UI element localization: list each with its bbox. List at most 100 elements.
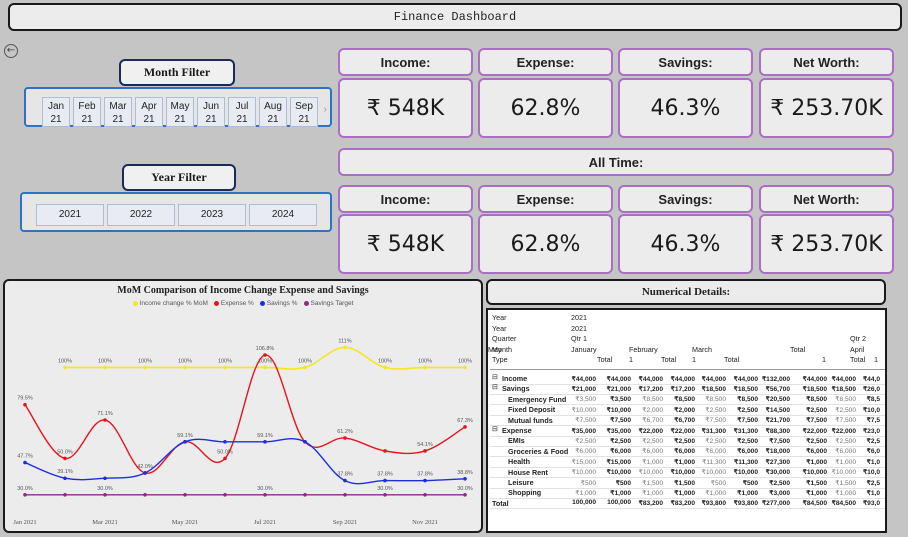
year-chip-2022[interactable]: 2022	[107, 204, 175, 226]
data-label: 37.8%	[337, 472, 353, 478]
year-filter-slicer[interactable]: 2021 2022 2023 2024	[20, 192, 332, 232]
matrix-cell: ₹1,000	[642, 458, 663, 466]
matrix-cell: ₹6,000	[806, 448, 827, 456]
year-chip-2021[interactable]: 2021	[36, 204, 104, 226]
data-label: 71.1%	[97, 411, 113, 417]
all-time-label: All Time:	[588, 154, 644, 170]
income-card: ₹ 548K	[338, 78, 473, 138]
all-time-networth-value: ₹ 253.70K	[770, 231, 883, 257]
mom-chart-panel: MoM Comparison of Income Change Expense …	[3, 279, 483, 533]
month-chip-mar[interactable]: Mar 21	[104, 97, 132, 127]
year-filter-label: Year Filter	[122, 164, 236, 191]
matrix-header-cell: Total	[661, 355, 677, 364]
matrix-header-cell: May	[488, 344, 502, 354]
savings-label: Savings:	[658, 54, 713, 70]
matrix-child-label[interactable]: EMIs	[508, 436, 525, 445]
year-chip-2024[interactable]: 2024	[249, 204, 317, 226]
matrix-cell: ₹6,000	[737, 448, 758, 456]
month-chip-feb[interactable]: Feb 21	[73, 97, 101, 127]
back-arrow-icon[interactable]: ←	[4, 44, 18, 58]
matrix-row-divider	[490, 508, 885, 510]
expand-toggle-icon[interactable]: ⊟	[492, 383, 498, 391]
data-point	[303, 440, 307, 444]
matrix-child-label[interactable]: House Rent	[508, 468, 548, 477]
matrix-cell: ₹3,500	[575, 396, 596, 404]
matrix-cell: ₹7,500	[806, 417, 827, 425]
month-chip-year: 21	[298, 114, 310, 125]
expand-toggle-icon[interactable]: ⊟	[492, 373, 498, 381]
matrix-cell: ₹44,000	[606, 375, 631, 383]
month-chip-apr[interactable]: Apr 21	[135, 97, 163, 127]
matrix-cell: ₹17,200	[670, 385, 695, 393]
matrix-cell: ₹2,500	[705, 437, 726, 445]
matrix-row-label[interactable]: Savings	[502, 384, 530, 393]
month-chip-jun[interactable]: Jun 21	[197, 97, 225, 127]
data-point	[263, 353, 267, 357]
matrix-header-cell: Qtr 1	[571, 334, 587, 343]
month-chip-year: 21	[143, 114, 155, 125]
matrix-child-label[interactable]: Mutual funds	[508, 416, 553, 425]
month-chip-may[interactable]: May 21	[166, 97, 194, 127]
matrix-cell: ₹6,000	[610, 448, 631, 456]
month-filter-slicer[interactable]: › Jan 21 Feb 21 Mar 21 Apr 21 May 21 Jun 21 Jul 21 Aug…	[24, 87, 332, 127]
matrix-child-label[interactable]: Groceries & Food	[508, 447, 568, 456]
expand-toggle-icon[interactable]: ⊟	[492, 425, 498, 433]
matrix-cell: ₹1,000	[806, 489, 827, 497]
month-chip-jan[interactable]: Jan 21	[42, 97, 70, 127]
year-chip-2023[interactable]: 2023	[178, 204, 246, 226]
matrix-child-label[interactable]: Fixed Deposit	[508, 405, 555, 414]
matrix-cell: ₹18,500	[701, 385, 726, 393]
matrix-cell: ₹2,500	[806, 406, 827, 414]
matrix-cell: ₹14,500	[765, 406, 790, 414]
matrix-cell: ₹44,000	[670, 375, 695, 383]
data-label: 106.8%	[256, 346, 275, 352]
matrix-cell: ₹84,500	[802, 500, 827, 508]
data-label: 61.2%	[337, 429, 353, 435]
matrix-cell: ₹2,500	[575, 437, 596, 445]
matrix-row-label[interactable]: Expense	[502, 426, 532, 435]
data-point	[143, 365, 147, 370]
matrix-cell: ₹1,000	[674, 489, 695, 497]
matrix-row-label[interactable]: Total	[492, 499, 509, 508]
matrix-cell: ₹10,000	[701, 469, 726, 477]
matrix-cell: ₹6,000	[575, 448, 596, 456]
month-chip-sep[interactable]: Sep 21	[290, 97, 318, 127]
all-time-savings-value: 46.3%	[650, 231, 721, 257]
matrix-cell: ₹35,000	[606, 427, 631, 435]
numerical-matrix[interactable]: Year 2021 Year 2021 Quarter Qtr 1 Qtr 2 Month Ja…	[486, 308, 887, 533]
month-chip-year: 21	[267, 114, 279, 125]
series-line-2	[24, 438, 466, 485]
matrix-cell: ₹44,000	[733, 375, 758, 383]
matrix-header-cell: Qtr 2	[850, 334, 866, 343]
all-time-savings-card: 46.3%	[618, 214, 753, 274]
matrix-cell: ₹1,500	[674, 479, 695, 487]
data-point	[463, 425, 467, 429]
matrix-cell: ₹27,300	[765, 458, 790, 466]
matrix-cell: ₹35,000	[571, 427, 596, 435]
matrix-cell: ₹18,500	[802, 385, 827, 393]
matrix-cell: ₹2,500	[642, 437, 663, 445]
data-label: 100%	[178, 358, 192, 364]
matrix-child-label[interactable]: Shopping	[508, 488, 541, 497]
matrix-cell: ₹3,000	[769, 489, 790, 497]
matrix-row-label[interactable]: Income	[502, 374, 527, 383]
matrix-cell: ₹30,000	[765, 469, 790, 477]
month-chip-jul[interactable]: Jul 21	[228, 97, 256, 127]
expense-header: Expense:	[478, 48, 613, 76]
income-label: Income:	[380, 54, 431, 70]
matrix-cell: 100,000	[572, 499, 596, 507]
matrix-cell: ₹93,800	[701, 500, 726, 508]
month-chip-aug[interactable]: Aug 21	[259, 97, 287, 127]
matrix-cell: ₹1,0	[866, 458, 880, 466]
matrix-cell: ₹10,000	[606, 406, 631, 414]
data-point	[463, 476, 467, 481]
numerical-details-title: Numerical Details:	[641, 286, 731, 298]
chevron-right-icon[interactable]: ›	[324, 104, 327, 115]
matrix-cell: ₹1,000	[575, 489, 596, 497]
matrix-child-label[interactable]: Health	[508, 457, 530, 466]
data-point	[383, 449, 387, 453]
matrix-child-label[interactable]: Emergency Fund	[508, 395, 566, 404]
matrix-cell: ₹22,000	[638, 427, 663, 435]
matrix-cell: ₹83,200	[638, 500, 663, 508]
matrix-child-label[interactable]: Leisure	[508, 478, 534, 487]
